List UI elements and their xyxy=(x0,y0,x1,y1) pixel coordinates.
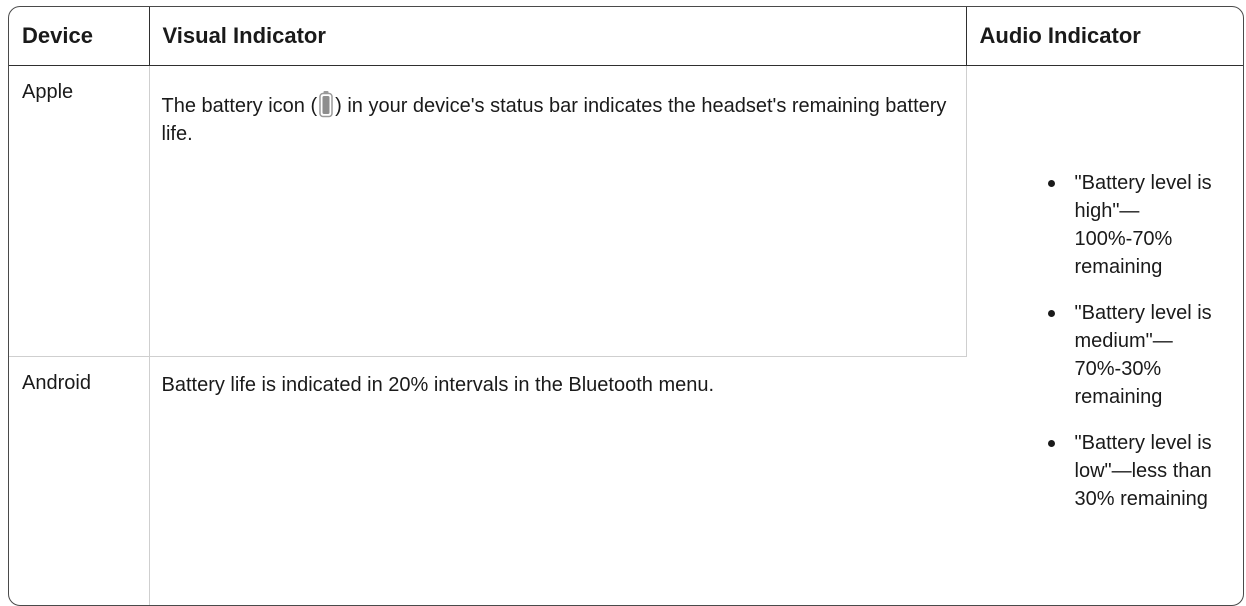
list-item: "Battery level is low"—less than 30% rem… xyxy=(1047,429,1244,513)
bullet-icon xyxy=(1047,309,1055,317)
audio-indicator-list: "Battery level is high"—100%-70% remaini… xyxy=(967,169,1244,513)
visual-cell-apple: The battery icon ( ) in your device's st… xyxy=(149,65,967,357)
visual-cell-android: Battery life is indicated in 20% interva… xyxy=(161,373,715,396)
audio-indicator-medium: "Battery level is medium"—70%-30% remain… xyxy=(1074,301,1212,408)
bullet-icon xyxy=(1047,439,1055,447)
header-audio-indicator: Audio Indicator xyxy=(966,7,1243,66)
audio-indicator-high: "Battery level is high"—100%-70% remaini… xyxy=(1074,171,1212,278)
battery-icon xyxy=(318,90,334,118)
visual-text-apple-start: The battery icon ( xyxy=(161,94,318,117)
device-cell-android: Android xyxy=(9,356,150,605)
list-item: "Battery level is medium"—70%-30% remain… xyxy=(1047,299,1244,411)
header-device: Device xyxy=(9,7,150,66)
device-cell-apple: Apple xyxy=(9,65,150,357)
audio-indicator-cell: "Battery level is high"—100%-70% remaini… xyxy=(966,65,1244,605)
table-row-apple: Apple The battery icon ( ) in your devic… xyxy=(9,65,1243,605)
header-visual-indicator: Visual Indicator xyxy=(149,7,967,66)
table-header: Device Visual Indicator Audio Indicator xyxy=(9,7,1243,66)
audio-indicator-low: "Battery level is low"—less than 30% rem… xyxy=(1074,431,1212,510)
battery-indicator-table: Device Visual Indicator Audio Indicator … xyxy=(9,7,1243,605)
list-item: "Battery level is high"—100%-70% remaini… xyxy=(1047,169,1244,281)
table-body: Apple The battery icon ( ) in your devic… xyxy=(9,65,1243,605)
header-row: Device Visual Indicator Audio Indicator xyxy=(9,7,1243,66)
bullet-icon xyxy=(1047,179,1055,187)
battery-indicator-table-frame: Device Visual Indicator Audio Indicator … xyxy=(8,6,1244,606)
